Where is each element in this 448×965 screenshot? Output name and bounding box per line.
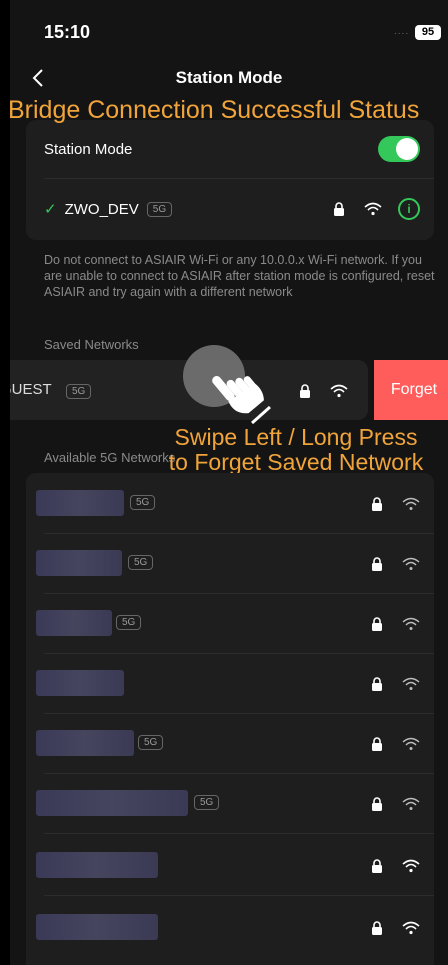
saved-network-name: GUEST <box>10 381 52 398</box>
wifi-icon <box>330 384 348 398</box>
band-badge: 5G <box>146 201 173 217</box>
station-card: Station Mode ✓ ZWO_DEV 5G i <box>26 120 434 240</box>
wifi-icon <box>402 677 420 690</box>
network-row[interactable]: 5G <box>26 713 434 773</box>
available-networks-card: 5G 5G 5G 5G 5G <box>26 473 434 965</box>
saved-networks-label: Saved Networks <box>44 337 139 352</box>
lock-icon <box>372 617 382 631</box>
info-icon[interactable]: i <box>398 198 420 220</box>
redacted-network-name <box>36 610 112 636</box>
band-badge: 5G <box>116 615 142 630</box>
wifi-icon <box>402 797 420 810</box>
page-title: Station Mode <box>175 68 283 87</box>
swipe-annotation: Swipe Left / Long Press to Forget Saved … <box>146 425 446 475</box>
network-row[interactable] <box>26 653 434 713</box>
redacted-network-name <box>36 550 122 576</box>
swipe-annotation-line: Swipe Left / Long Press <box>174 424 418 450</box>
redacted-network-name <box>36 852 158 878</box>
wifi-icon <box>402 497 420 510</box>
hand-pointer-icon <box>212 376 271 425</box>
wifi-icon <box>402 617 420 630</box>
network-row[interactable] <box>26 835 434 895</box>
band-badge: 5G <box>138 735 164 750</box>
forget-button[interactable]: Forget <box>374 360 448 420</box>
network-row[interactable]: 5G <box>26 593 434 653</box>
connected-network-name: ZWO_DEV <box>64 200 139 218</box>
lock-icon <box>372 497 382 511</box>
band-badge: 5G <box>194 795 220 810</box>
swipe-annotation-line: to Forget Saved Network <box>168 449 424 475</box>
status-bar: 15:10 .... 95 <box>10 0 448 60</box>
wifi-icon <box>402 737 420 750</box>
lock-icon <box>372 921 382 935</box>
network-row[interactable]: 5G <box>26 533 434 593</box>
station-mode-note: Do not connect to ASIAIR Wi-Fi or any 10… <box>44 253 435 299</box>
redacted-network-name <box>36 730 134 756</box>
redacted-network-name <box>36 670 124 696</box>
lock-icon <box>334 202 344 216</box>
lock-icon <box>372 737 382 751</box>
annotation-banner: Bridge Connection Successful Status <box>8 96 420 124</box>
band-badge: 5G <box>130 495 156 510</box>
status-time: 15:10 <box>44 22 91 42</box>
check-icon: ✓ <box>44 201 57 218</box>
band-badge: 5G <box>128 555 154 570</box>
station-mode-toggle[interactable] <box>378 136 420 162</box>
connected-network-row[interactable]: ✓ ZWO_DEV 5G i <box>26 180 434 238</box>
redacted-network-name <box>36 490 124 516</box>
wifi-icon <box>402 921 420 935</box>
lock-icon <box>300 384 310 398</box>
network-row[interactable]: 5G <box>26 773 434 833</box>
divider <box>44 833 434 834</box>
nav-bar: Station Mode <box>10 60 448 96</box>
network-row[interactable]: 5G <box>26 473 434 533</box>
redacted-network-name <box>36 914 158 940</box>
station-mode-label: Station Mode <box>44 140 133 158</box>
wifi-icon <box>402 557 420 570</box>
lock-icon <box>372 859 382 873</box>
lock-icon <box>372 677 382 691</box>
lock-icon <box>372 557 382 571</box>
lock-icon <box>372 797 382 811</box>
band-badge: 5G <box>66 384 92 399</box>
wifi-icon <box>402 859 420 873</box>
wifi-icon <box>364 202 382 216</box>
divider <box>44 178 434 179</box>
signal-icon: .... <box>394 26 410 37</box>
divider <box>44 895 434 896</box>
battery-icon: 95 <box>415 25 441 40</box>
station-mode-row: Station Mode <box>26 120 434 178</box>
redacted-network-name <box>36 790 188 816</box>
station-mode-screen: 15:10 .... 95 Station Mode Station Mode … <box>10 0 448 965</box>
network-row[interactable] <box>26 897 434 957</box>
